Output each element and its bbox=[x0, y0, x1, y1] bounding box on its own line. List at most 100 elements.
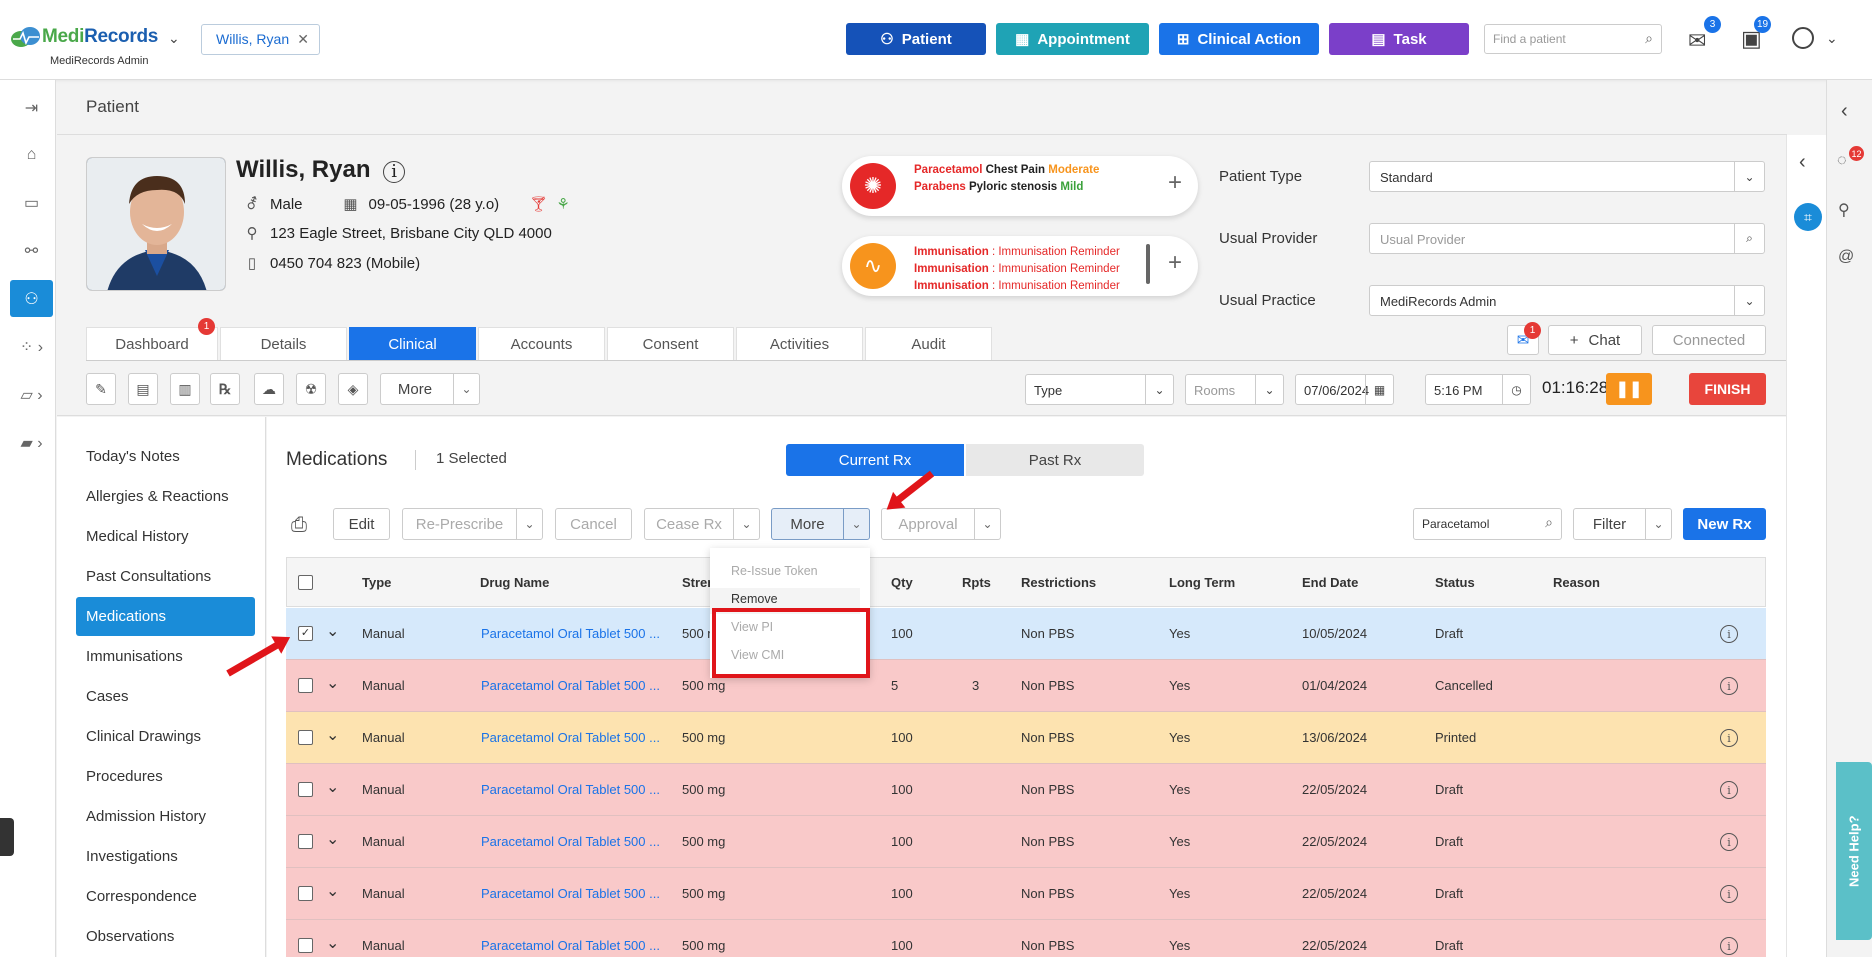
info-icon[interactable]: i bbox=[1720, 937, 1738, 955]
subnav-cases[interactable]: Cases bbox=[86, 688, 129, 705]
row-checkbox[interactable] bbox=[298, 834, 313, 849]
subnav-todays-notes[interactable]: Today's Notes bbox=[86, 448, 180, 465]
cancel-rx-button[interactable]: Cancel bbox=[555, 508, 632, 540]
calendar-icon[interactable]: ▭ bbox=[10, 184, 53, 221]
usual-provider-input[interactable]: Usual Provider ⌕ bbox=[1369, 223, 1765, 254]
cell-drug-name[interactable]: Paracetamol Oral Tablet 500 ... bbox=[481, 730, 660, 745]
document-icon[interactable]: ▤ bbox=[128, 373, 158, 405]
chevron-down-icon[interactable]: ⌄ bbox=[843, 509, 869, 539]
chat-button[interactable]: + Chat bbox=[1548, 325, 1642, 355]
info-icon[interactable]: i bbox=[1720, 781, 1738, 799]
smoking-status-icon[interactable]: ⚘ bbox=[555, 195, 571, 213]
column-reason[interactable]: Reason bbox=[1553, 575, 1600, 590]
tab-audit[interactable]: Audit bbox=[865, 327, 992, 361]
user-account-icon[interactable] bbox=[1792, 27, 1814, 49]
pin-icon[interactable]: ⚲ bbox=[1838, 200, 1850, 220]
expand-row-chevron-icon[interactable]: ⌄ bbox=[326, 777, 339, 797]
tab-clinical[interactable]: Clinical bbox=[349, 327, 476, 361]
expand-row-chevron-icon[interactable]: ⌄ bbox=[326, 621, 339, 641]
tab-dashboard[interactable]: Dashboard bbox=[86, 327, 218, 361]
home-icon[interactable]: ⌂ bbox=[10, 136, 53, 173]
toolbar-more-button[interactable]: More ⌄ bbox=[380, 373, 480, 405]
app-logo[interactable]: MediRecords bbox=[42, 26, 158, 48]
tab-details[interactable]: Details bbox=[220, 327, 347, 361]
task-button[interactable]: ▤ Task bbox=[1329, 23, 1469, 55]
tag-icon[interactable]: ⌗ bbox=[1794, 203, 1822, 231]
radiation-icon[interactable]: ☢ bbox=[296, 373, 326, 405]
subnav-correspondence[interactable]: Correspondence bbox=[86, 888, 197, 905]
chevron-down-icon[interactable]: ⌄ bbox=[1826, 30, 1838, 47]
chat-bubble-icon[interactable]: ◌ bbox=[1837, 152, 1847, 170]
cease-rx-button[interactable]: Cease Rx ⌄ bbox=[644, 508, 760, 540]
close-icon[interactable]: ✕ bbox=[297, 31, 309, 48]
collapse-left-icon[interactable]: ‹ bbox=[1841, 100, 1848, 123]
alcohol-icon[interactable]: 🍸︎ bbox=[529, 195, 548, 213]
info-icon[interactable]: i bbox=[1720, 677, 1738, 695]
apps-icon[interactable]: ⁘ › bbox=[10, 328, 53, 365]
subnav-investigations[interactable]: Investigations bbox=[86, 848, 178, 865]
column-end-date[interactable]: End Date bbox=[1302, 575, 1358, 590]
pause-button[interactable]: ❚❚ bbox=[1606, 373, 1652, 405]
column-status[interactable]: Status bbox=[1435, 575, 1475, 590]
subnav-observations[interactable]: Observations bbox=[86, 928, 174, 945]
type-select[interactable]: Type ⌄ bbox=[1025, 374, 1174, 405]
cell-drug-name[interactable]: Paracetamol Oral Tablet 500 ... bbox=[481, 834, 660, 849]
patients-icon[interactable]: ⚇ bbox=[10, 280, 53, 317]
edit-note-icon[interactable]: ✎ bbox=[86, 373, 116, 405]
report-icon[interactable]: ▥ bbox=[170, 373, 200, 405]
info-icon[interactable]: i bbox=[1720, 885, 1738, 903]
side-handle-icon[interactable] bbox=[0, 818, 14, 856]
expand-menu-icon[interactable]: ⇥ bbox=[10, 89, 53, 126]
scrollbar[interactable] bbox=[1146, 244, 1150, 284]
row-checkbox[interactable] bbox=[298, 678, 313, 693]
column-long-term[interactable]: Long Term bbox=[1169, 575, 1235, 590]
expand-row-chevron-icon[interactable]: ⌄ bbox=[326, 933, 339, 953]
collapse-left-icon[interactable]: ‹ bbox=[1799, 151, 1806, 174]
need-help-button[interactable]: Need Help? bbox=[1836, 762, 1872, 940]
expand-row-chevron-icon[interactable]: ⌄ bbox=[326, 673, 339, 693]
folder-icon[interactable]: ▱ › bbox=[10, 376, 53, 413]
allergies-card[interactable]: ✺ Paracetamol Chest Pain Moderate Parabe… bbox=[842, 156, 1198, 216]
approval-button[interactable]: Approval ⌄ bbox=[881, 508, 1001, 540]
past-rx-toggle[interactable]: Past Rx bbox=[966, 444, 1144, 476]
new-rx-button[interactable]: New Rx bbox=[1683, 508, 1766, 540]
medication-search-input[interactable]: Paracetamol ⌕ bbox=[1413, 508, 1562, 540]
time-input[interactable]: 5:16 PM ◷ bbox=[1425, 374, 1531, 405]
info-icon[interactable]: i bbox=[1720, 625, 1738, 643]
select-all-checkbox[interactable] bbox=[298, 575, 313, 590]
date-input[interactable]: 07/06/2024 ▦ bbox=[1295, 374, 1394, 405]
subnav-procedures[interactable]: Procedures bbox=[86, 768, 163, 785]
row-checkbox[interactable]: ✓ bbox=[298, 626, 313, 641]
tab-consent[interactable]: Consent bbox=[607, 327, 734, 361]
usual-practice-select[interactable]: MediRecords Admin ⌄ bbox=[1369, 285, 1765, 316]
menu-item-reissue-token[interactable]: Re-Issue Token bbox=[731, 564, 818, 578]
subnav-medications[interactable]: Medications bbox=[86, 608, 166, 625]
folder-tree-icon[interactable]: ▰ › bbox=[10, 424, 53, 461]
add-reminder-icon[interactable]: + bbox=[1168, 249, 1182, 277]
more-actions-button[interactable]: More ⌄ bbox=[771, 508, 870, 540]
prescription-icon[interactable]: ℞ bbox=[210, 373, 240, 405]
info-icon[interactable]: i bbox=[1720, 833, 1738, 851]
add-allergy-icon[interactable]: + bbox=[1168, 169, 1182, 197]
appointment-button[interactable]: ▦ Appointment bbox=[996, 23, 1149, 55]
column-type[interactable]: Type bbox=[362, 575, 391, 590]
column-rpts[interactable]: Rpts bbox=[962, 575, 991, 590]
edit-button[interactable]: Edit bbox=[333, 508, 390, 540]
reminders-card[interactable]: ∿ Immunisation : Immunisation Reminder I… bbox=[842, 236, 1198, 296]
tab-accounts[interactable]: Accounts bbox=[478, 327, 605, 361]
patient-type-select[interactable]: Standard ⌄ bbox=[1369, 161, 1765, 192]
row-checkbox[interactable] bbox=[298, 938, 313, 953]
education-icon[interactable]: ◈ bbox=[338, 373, 368, 405]
cell-drug-name[interactable]: Paracetamol Oral Tablet 500 ... bbox=[481, 678, 660, 693]
mail-icon[interactable]: ✉ bbox=[1688, 28, 1706, 54]
at-sign-icon[interactable]: @ bbox=[1838, 248, 1854, 266]
cell-drug-name[interactable]: Paracetamol Oral Tablet 500 ... bbox=[481, 782, 660, 797]
subnav-clinical-drawings[interactable]: Clinical Drawings bbox=[86, 728, 201, 745]
subnav-admission-history[interactable]: Admission History bbox=[86, 808, 206, 825]
connected-button[interactable]: Connected bbox=[1652, 325, 1766, 355]
subnav-medical-history[interactable]: Medical History bbox=[86, 528, 189, 545]
cell-drug-name[interactable]: Paracetamol Oral Tablet 500 ... bbox=[481, 938, 660, 953]
row-checkbox[interactable] bbox=[298, 730, 313, 745]
cell-drug-name[interactable]: Paracetamol Oral Tablet 500 ... bbox=[481, 886, 660, 901]
row-checkbox[interactable] bbox=[298, 886, 313, 901]
